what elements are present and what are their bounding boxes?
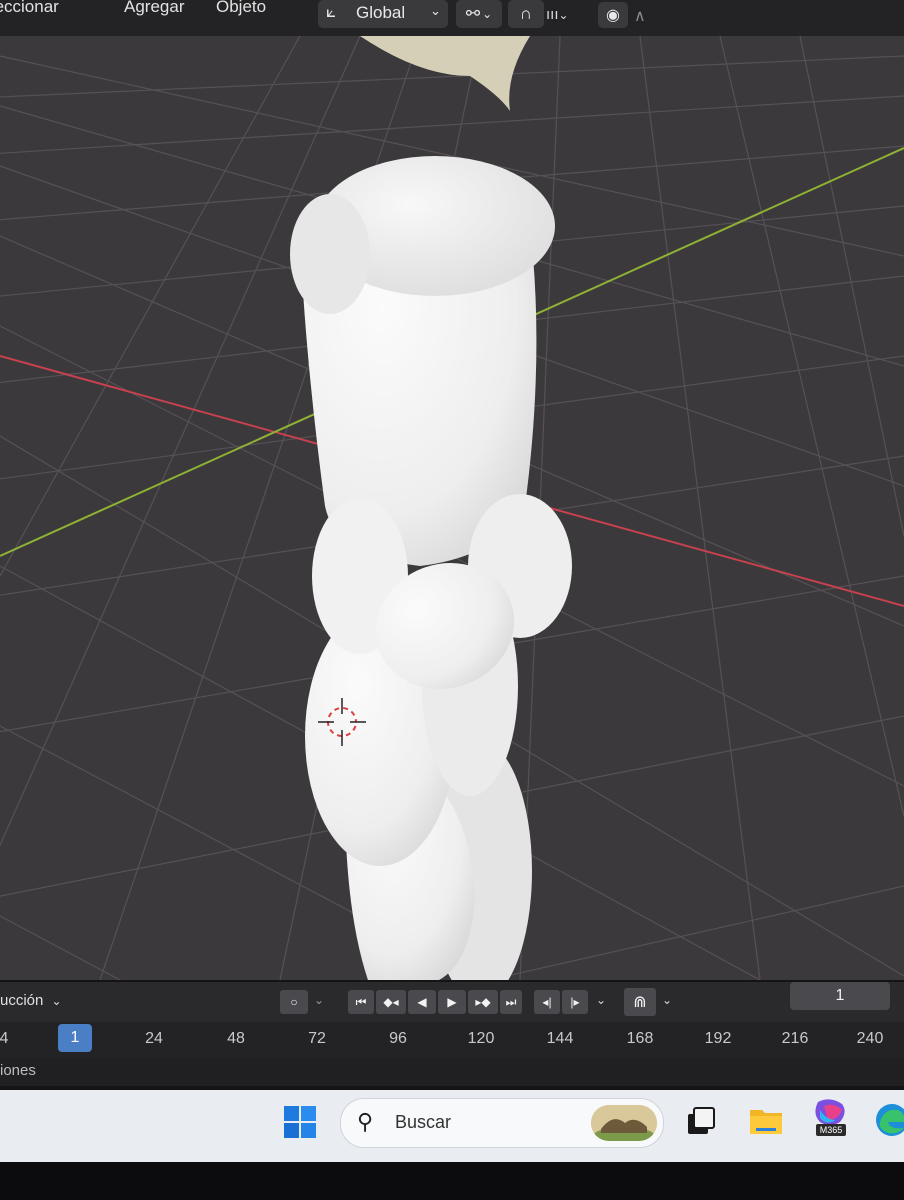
orientation-label: Global [356, 3, 406, 22]
chevron-down-icon[interactable]: ⌄ [314, 993, 324, 1007]
ruler-tick: 168 [626, 1030, 654, 1047]
chevron-down-icon[interactable]: ⌄ [596, 993, 606, 1007]
playhead-frame-indicator[interactable]: 1 [58, 1024, 92, 1052]
viewport-header: Seleccionar Agregar Objeto ⟀ Global ⌄ ⚯ … [0, 0, 904, 36]
widget-landscape-icon[interactable] [591, 1105, 657, 1141]
step-forward-button[interactable]: |▸ [562, 990, 588, 1014]
ruler-tick: 4 [0, 1030, 9, 1047]
proportional-edit-toggle[interactable]: ◉ [598, 2, 628, 28]
ruler-tick: 48 [227, 1030, 245, 1047]
pivot-link-icon: ⚯ [465, 4, 481, 23]
channel-label: iones [0, 1062, 36, 1079]
menu-object[interactable]: Objeto [216, 0, 266, 17]
m365-label: M365 [816, 1124, 846, 1136]
snap-toggle[interactable]: ∩ [508, 0, 544, 28]
chevron-down-icon: ⌄ [482, 7, 493, 21]
ruler-tick: 240 [856, 1030, 884, 1047]
falloff-curve-icon[interactable]: ∧ [634, 6, 646, 26]
proportional-edit-icon: ◉ [606, 7, 620, 24]
prev-keyframe-button[interactable]: ◆◂ [376, 990, 406, 1014]
play-reverse-button[interactable]: ◀ [408, 990, 436, 1014]
step-forward-icon: |▸ [570, 995, 580, 1009]
chevron-down-icon: ⌄ [51, 994, 62, 1008]
chevron-down-icon[interactable]: ⌄ [662, 993, 672, 1007]
menu-select[interactable]: Seleccionar [0, 0, 59, 17]
ruler-tick: 120 [467, 1030, 495, 1047]
file-explorer-icon[interactable] [748, 1102, 784, 1138]
prev-keyframe-icon: ◆◂ [383, 995, 399, 1009]
search-placeholder: Buscar [395, 1112, 452, 1132]
next-keyframe-button[interactable]: ▸◆ [468, 990, 498, 1014]
pivot-point-dropdown[interactable]: ⚯ ⌄ [456, 0, 502, 28]
windows-taskbar: ⚲ Buscar M365 [0, 1090, 904, 1162]
step-back-button[interactable]: ◂| [534, 990, 560, 1014]
play-reverse-icon: ◀ [417, 995, 427, 1009]
ruler-tick: 192 [704, 1030, 732, 1047]
timeline-header: ucción ⌄ ○ ⌄ ⏮ ◆◂ ◀ ▶ ▸◆ ⏭ ◂| |▸ ⌄ ⋒ ⌄ 1 [0, 982, 904, 1022]
ruler-tick: 24 [145, 1030, 163, 1047]
ruler-tick: 72 [308, 1030, 326, 1047]
play-icon: ▶ [447, 995, 457, 1009]
step-back-icon: ◂| [542, 995, 552, 1009]
snap-magnet-icon: ∩ [519, 4, 533, 23]
chevron-down-icon: ⌄ [558, 8, 569, 22]
taskbar-search-box[interactable]: ⚲ Buscar [340, 1098, 664, 1148]
viewport-canvas [0, 36, 904, 980]
auto-keying-button[interactable]: ⋒ [624, 988, 656, 1016]
play-button[interactable]: ▶ [438, 990, 466, 1014]
snap-increment-icon: ııı [546, 6, 559, 23]
ruler-tick: 144 [546, 1030, 574, 1047]
timeline-ruler[interactable]: 4 1 24 48 72 96 120 144 168 192 216 240 [0, 1022, 904, 1058]
transform-orientation-dropdown[interactable]: ⟀ Global ⌄ [318, 0, 448, 28]
ruler-tick: 216 [781, 1030, 809, 1047]
auto-keying-icon: ⋒ [633, 994, 647, 1011]
snap-increment-dropdown[interactable]: ııı⌄ [546, 6, 586, 26]
partial-object-top [360, 36, 530, 111]
ruler-tick: 96 [389, 1030, 407, 1047]
3d-viewport[interactable] [0, 36, 904, 980]
jump-start-icon: ⏮ [355, 994, 367, 1009]
m365-icon[interactable]: M365 [810, 1098, 850, 1140]
monitor-bezel [0, 1162, 904, 1200]
keyframe-type-button[interactable]: ○ [280, 990, 308, 1014]
edge-icon[interactable] [874, 1102, 904, 1138]
menu-add[interactable]: Agregar [124, 0, 184, 17]
jump-end-button[interactable]: ⏭ [500, 990, 522, 1014]
search-icon: ⚲ [357, 1109, 374, 1134]
playback-mode-dropdown[interactable]: ucción ⌄ [0, 992, 62, 1009]
timeline-channel-strip: iones [0, 1058, 904, 1086]
circle-keyframe-icon: ○ [290, 995, 298, 1009]
playback-mode-label: ucción [0, 992, 44, 1009]
orientation-axes-icon: ⟀ [326, 2, 337, 21]
next-keyframe-icon: ▸◆ [475, 995, 491, 1009]
task-view-icon[interactable] [684, 1104, 718, 1138]
jump-start-button[interactable]: ⏮ [348, 990, 374, 1014]
character-model [290, 156, 572, 980]
chevron-down-icon: ⌄ [430, 3, 441, 18]
current-frame-field[interactable]: 1 [790, 982, 890, 1010]
start-icon[interactable] [282, 1104, 318, 1140]
jump-end-icon: ⏭ [505, 994, 517, 1009]
